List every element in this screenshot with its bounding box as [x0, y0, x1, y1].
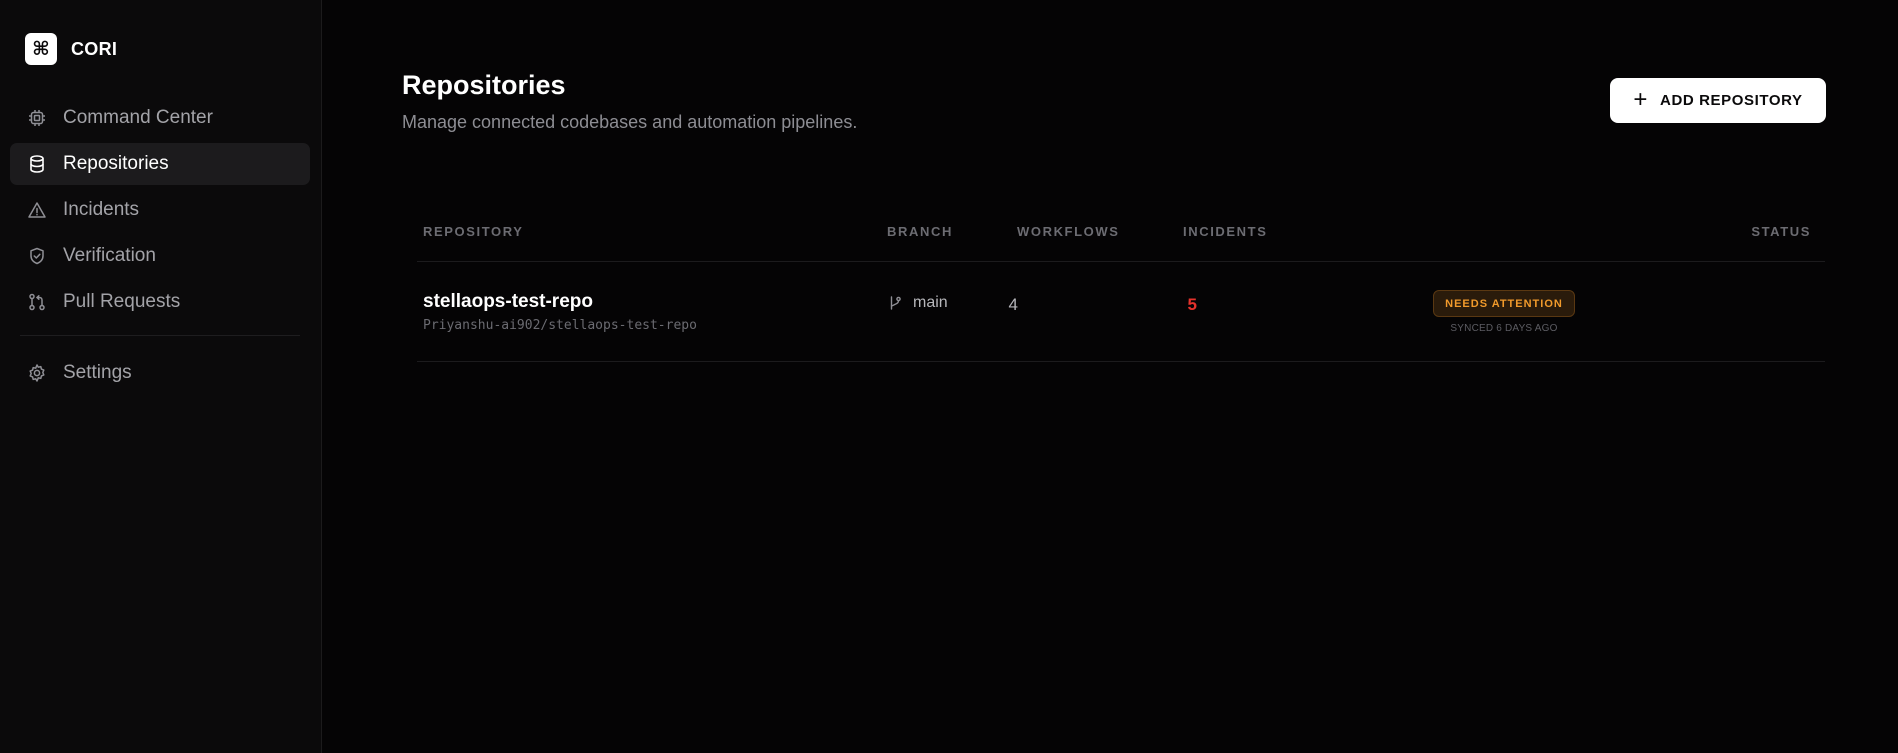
page-subtitle: Manage connected codebases and automatio… [402, 112, 858, 132]
table-row[interactable]: stellaops-test-repo Priyanshu-ai902/stel… [417, 262, 1825, 362]
sidebar-divider [20, 335, 300, 336]
sidebar-item-label: Settings [63, 362, 132, 383]
repo-path: Priyanshu-ai902/stellaops-test-repo [423, 318, 697, 333]
brand-name: CORI [71, 38, 118, 59]
main-content: Repositories Manage connected codebases … [322, 0, 1898, 753]
plus-icon: + [1633, 85, 1649, 113]
database-icon [27, 154, 47, 174]
git-pull-request-icon [27, 292, 47, 312]
gear-icon [27, 363, 47, 383]
incidents-count: 5 [1187, 295, 1197, 314]
repositories-table: REPOSITORY BRANCH WORKFLOWS INCIDENTS ST… [417, 205, 1825, 362]
column-header-branch[interactable]: BRANCH [887, 224, 953, 239]
app-window: ⌘ CORI Command Center Repositories Incid… [0, 0, 1898, 753]
add-repository-button[interactable]: + ADD REPOSITORY [1610, 78, 1826, 123]
sidebar-item-label: Repositories [63, 153, 169, 174]
brand[interactable]: ⌘ CORI [25, 33, 117, 65]
sidebar-item-label: Command Center [63, 107, 213, 128]
cpu-icon [27, 108, 47, 128]
column-header-incidents[interactable]: INCIDENTS [1183, 224, 1267, 239]
page-title: Repositories [402, 70, 566, 100]
sidebar-item-repositories[interactable]: Repositories [10, 143, 310, 185]
sidebar-item-settings[interactable]: Settings [10, 352, 310, 394]
status-badge: NEEDS ATTENTION [1433, 290, 1575, 317]
column-header-status[interactable]: STATUS [1751, 224, 1811, 239]
sidebar-item-incidents[interactable]: Incidents [10, 189, 310, 231]
sidebar-item-command-center[interactable]: Command Center [10, 97, 310, 139]
sidebar-item-verification[interactable]: Verification [10, 235, 310, 277]
column-header-workflows[interactable]: WORKFLOWS [1017, 224, 1120, 239]
sidebar-item-label: Incidents [63, 199, 140, 220]
add-repository-label: ADD REPOSITORY [1660, 92, 1803, 109]
shield-check-icon [27, 246, 47, 266]
sidebar-item-label: Verification [63, 245, 156, 266]
command-key-logo-icon: ⌘ [25, 33, 57, 65]
sidebar-item-pull-requests[interactable]: Pull Requests [10, 281, 310, 323]
warning-triangle-icon [27, 200, 47, 220]
table-header: REPOSITORY BRANCH WORKFLOWS INCIDENTS ST… [417, 205, 1825, 262]
column-header-repository[interactable]: REPOSITORY [423, 224, 524, 239]
sidebar-nav: Command Center Repositories Incidents Ve… [10, 97, 310, 398]
sidebar: ⌘ CORI Command Center Repositories Incid… [0, 0, 322, 753]
sidebar-item-label: Pull Requests [63, 291, 181, 312]
sync-timestamp: SYNCED 6 DAYS AGO [1450, 323, 1558, 334]
